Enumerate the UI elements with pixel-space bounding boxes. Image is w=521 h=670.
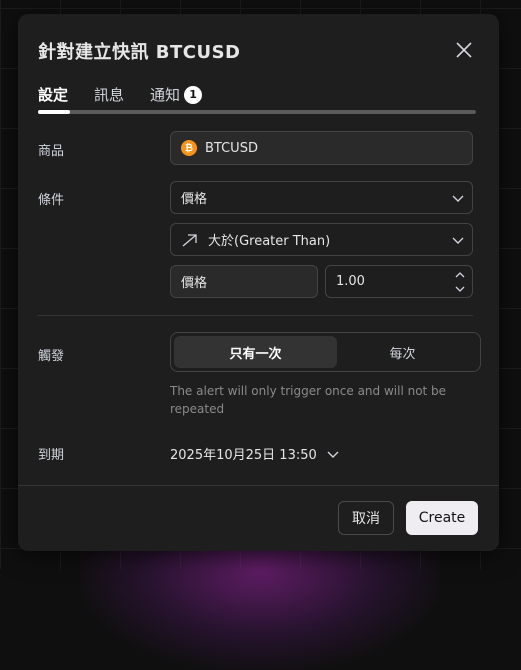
trend-up-icon: [182, 233, 197, 246]
tab-settings[interactable]: 設定: [38, 84, 68, 105]
expiry-selector[interactable]: 2025年10月25日 13:50: [170, 444, 339, 463]
dialog-title: 針對建立快訊 BTCUSD: [38, 42, 241, 63]
notification-count-badge: 1: [184, 86, 203, 104]
bitcoin-icon: ₿: [181, 140, 197, 156]
tab-message[interactable]: 訊息: [94, 84, 124, 105]
tab-notifications[interactable]: 通知 1: [150, 84, 203, 105]
stepper-icon[interactable]: [454, 270, 466, 294]
target-type-value: 價格: [181, 276, 208, 291]
expiry-label: 到期: [38, 448, 65, 463]
condition-operator-value: 大於(Greater Than): [208, 234, 331, 249]
condition-operator-select[interactable]: 大於(Greater Than): [170, 223, 473, 256]
condition-source-value: 價格: [181, 192, 208, 207]
chevron-down-icon: [452, 237, 464, 244]
cancel-button[interactable]: 取消: [338, 501, 394, 535]
chevron-down-icon: [452, 195, 464, 202]
target-value-text: 1.00: [336, 274, 365, 289]
trigger-once-option[interactable]: 只有一次: [174, 336, 337, 368]
footer-divider: [18, 485, 499, 486]
trigger-label: 觸發: [38, 349, 65, 364]
target-type-select[interactable]: 價格: [170, 265, 318, 298]
create-alert-dialog: 針對建立快訊 BTCUSD 設定 訊息 通知 1 商品 ₿ BTCUSD 條件 價…: [18, 14, 499, 551]
target-value-input[interactable]: 1.00: [325, 265, 473, 298]
condition-source-select[interactable]: 價格: [170, 181, 473, 214]
symbol-field[interactable]: ₿ BTCUSD: [170, 131, 473, 165]
create-button[interactable]: Create: [406, 501, 478, 535]
symbol-label: 商品: [38, 144, 65, 159]
trigger-every-time-option[interactable]: 每次: [321, 336, 484, 368]
section-divider: [38, 315, 473, 316]
tab-indicator-track: [38, 110, 476, 114]
close-icon[interactable]: [450, 36, 478, 64]
symbol-value: BTCUSD: [205, 140, 258, 156]
tab-notifications-label: 通知: [150, 86, 181, 104]
expiry-value: 2025年10月25日 13:50: [170, 448, 317, 463]
condition-label: 條件: [38, 193, 65, 208]
tab-indicator-active: [38, 110, 70, 114]
trigger-hint: The alert will only trigger once and wil…: [170, 384, 447, 416]
chevron-down-icon: [327, 451, 339, 458]
trigger-frequency-toggle: 只有一次 每次: [170, 332, 481, 372]
